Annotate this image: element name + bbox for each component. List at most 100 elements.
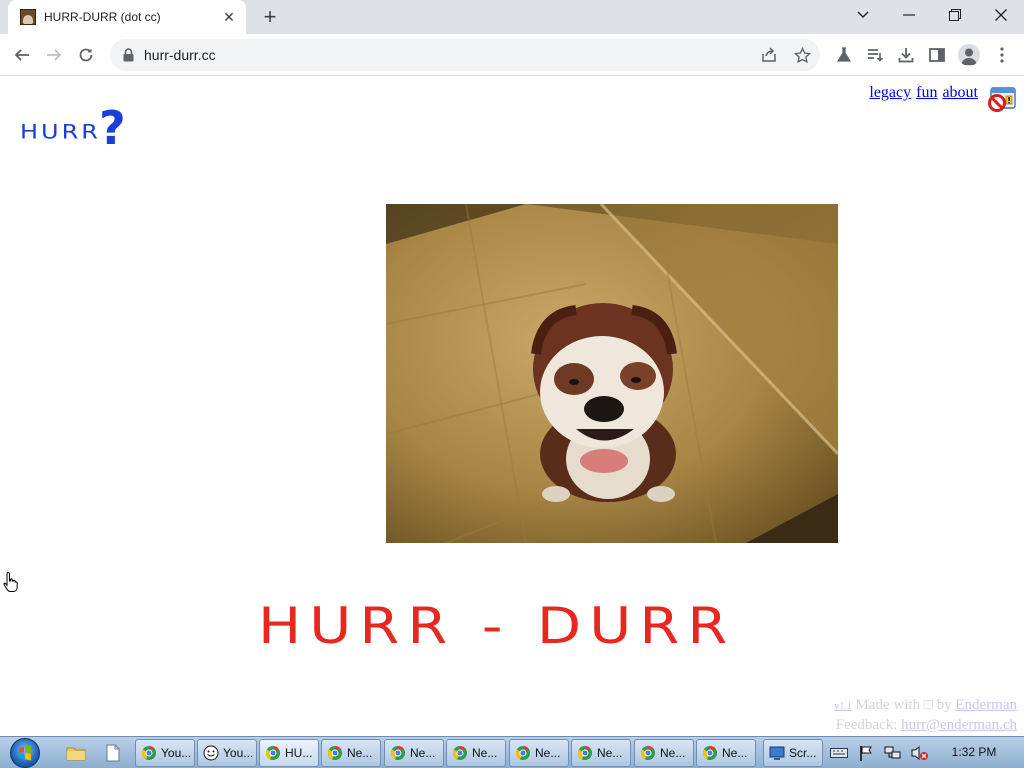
taskbar-button-label: Ne... <box>597 746 623 760</box>
nav-link-fun[interactable]: fun <box>916 84 937 101</box>
taskbar-button[interactable]: You... <box>135 739 195 767</box>
version-link[interactable]: v1.1 <box>834 701 852 712</box>
logo-question-mark: ? <box>98 101 126 155</box>
tab-strip: HURR-DURR (dot cc) ✕ + <box>0 0 1024 34</box>
tab-title: HURR-DURR (dot cc) <box>44 10 161 24</box>
reload-icon <box>79 48 93 62</box>
taskbar-button[interactable]: Ne... <box>384 739 444 767</box>
taskbar-button[interactable]: You... <box>197 739 257 767</box>
tab-close-icon[interactable]: ✕ <box>220 8 238 26</box>
taskbar-button-label: Scr... <box>789 746 817 760</box>
reload-button[interactable] <box>70 39 102 71</box>
blocked-window-badge-icon[interactable] <box>988 86 1016 112</box>
reading-list-icon <box>868 49 883 62</box>
browser-tab[interactable]: HURR-DURR (dot cc) ✕ <box>8 0 246 34</box>
footer-feedback: Feedback: hurr@enderman.ch <box>834 716 1017 734</box>
web-page: HURR? legacy fun about HURR - DURR v1.1 … <box>0 77 1024 736</box>
taskbar-button[interactable]: Ne... <box>446 739 506 767</box>
new-tab-button[interactable]: + <box>258 5 282 29</box>
explorer-quicklaunch[interactable] <box>64 742 88 764</box>
top-nav: legacy fun about <box>868 84 978 102</box>
chrome-menu-button[interactable] <box>986 39 1018 71</box>
bulldog-image <box>386 204 838 543</box>
feedback-label: Feedback: <box>835 717 898 733</box>
nav-link-about[interactable]: about <box>942 84 978 101</box>
restore-icon <box>949 9 961 21</box>
heart-glyph: □ <box>923 697 933 713</box>
system-tray <box>830 737 938 768</box>
taskbar-button[interactable]: Ne... <box>696 739 756 767</box>
kebab-menu-icon <box>1000 47 1004 63</box>
network-icon[interactable] <box>884 745 902 761</box>
taskbar-button-label: Ne... <box>660 746 686 760</box>
taskbar-button[interactable]: Ne... <box>321 739 381 767</box>
side-panel-button[interactable] <box>921 39 953 71</box>
taskbar-button-label: Ne... <box>472 746 498 760</box>
chevron-down-icon <box>857 11 869 18</box>
hand-cursor-icon <box>3 571 19 598</box>
by-text: by <box>936 697 952 713</box>
reading-list-button[interactable] <box>859 39 891 71</box>
bookmark-star-button[interactable] <box>789 43 815 67</box>
taskbar-button[interactable]: Ne... <box>571 739 631 767</box>
profile-button[interactable] <box>953 39 985 71</box>
close-icon <box>995 9 1007 21</box>
restore-button[interactable] <box>932 0 978 30</box>
labs-button[interactable] <box>828 39 860 71</box>
close-window-button[interactable] <box>978 0 1024 30</box>
made-with-text: Made with <box>855 697 921 713</box>
arrow-right-icon <box>47 49 62 61</box>
minimize-button[interactable] <box>886 0 932 30</box>
taskbar-button-label: You... <box>223 746 254 760</box>
downloads-button[interactable] <box>890 39 922 71</box>
headline: HURR - DURR <box>258 597 736 655</box>
start-button[interactable] <box>6 737 44 768</box>
feedback-email-link[interactable]: hurr@enderman.ch <box>901 717 1017 733</box>
taskbar-button[interactable]: Ne... <box>509 739 569 767</box>
footer: v1.1 Made with □ by Enderman Feedback: h… <box>834 696 1017 734</box>
download-icon <box>898 48 914 63</box>
taskbar-button[interactable]: Scr... <box>763 739 823 767</box>
chrome-icon <box>577 745 593 761</box>
chrome-icon <box>327 745 343 761</box>
side-panel-icon <box>929 48 945 62</box>
minimize-icon <box>903 14 915 16</box>
footer-credit: v1.1 Made with □ by Enderman <box>834 696 1017 716</box>
share-button[interactable] <box>756 43 782 67</box>
tab-search-button[interactable] <box>840 0 886 30</box>
monitor-icon <box>769 745 785 761</box>
action-center-flag-icon[interactable] <box>857 745 875 761</box>
keyboard-icon[interactable] <box>830 745 848 761</box>
document-icon <box>106 744 120 762</box>
back-button[interactable] <box>6 39 38 71</box>
taskbar-clock[interactable]: 1:32 PM <box>944 745 1004 759</box>
author-link[interactable]: Enderman <box>955 697 1017 713</box>
windows-logo-icon <box>10 738 40 768</box>
logo-text: HURR <box>20 120 101 144</box>
windows-taskbar: You... You... HU... Ne... Ne... Ne... Ne... Ne.… <box>0 736 1024 768</box>
share-icon <box>762 47 776 62</box>
chrome-icon <box>640 745 656 761</box>
folder-icon <box>66 747 86 761</box>
document-quicklaunch[interactable] <box>101 742 125 764</box>
taskbar-button[interactable]: Ne... <box>634 739 694 767</box>
bulldog-favicon-icon <box>20 9 36 25</box>
taskbar-button-label: Ne... <box>347 746 373 760</box>
chrome-icon <box>390 745 406 761</box>
browser-toolbar: hurr-durr.cc <box>0 34 1024 76</box>
url-text: hurr-durr.cc <box>144 47 216 63</box>
taskbar-button-label: Ne... <box>722 746 748 760</box>
nav-link-legacy[interactable]: legacy <box>869 84 911 101</box>
chrome-icon <box>452 745 468 761</box>
avatar-icon <box>958 44 980 66</box>
taskbar-button[interactable]: HU... <box>259 739 319 767</box>
chrome-icon <box>265 745 281 761</box>
taskbar-button-label: Ne... <box>535 746 561 760</box>
taskbar-button-label: You... <box>161 746 192 760</box>
address-bar[interactable]: hurr-durr.cc <box>110 39 820 71</box>
volume-muted-icon[interactable] <box>911 745 929 761</box>
lock-icon[interactable] <box>122 48 134 62</box>
forward-button[interactable] <box>38 39 70 71</box>
taskbar-button-label: Ne... <box>410 746 436 760</box>
site-logo[interactable]: HURR? <box>20 97 128 155</box>
